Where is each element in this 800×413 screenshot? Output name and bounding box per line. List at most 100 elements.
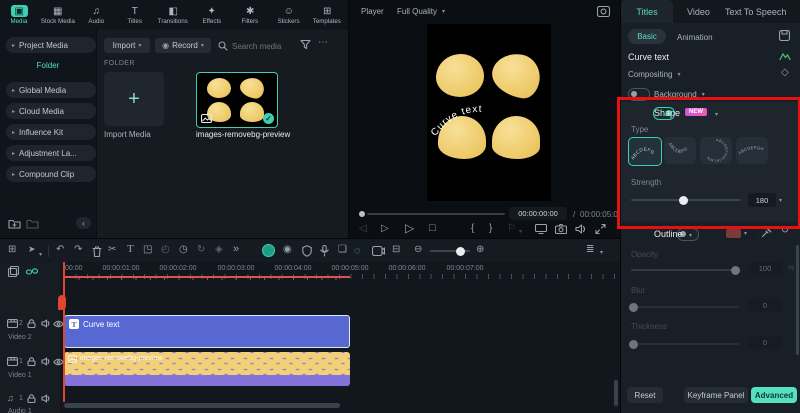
- display-device-icon[interactable]: [535, 224, 547, 234]
- new-folder-icon[interactable]: [8, 218, 21, 229]
- stepper-icon[interactable]: ▾: [779, 197, 782, 204]
- outline-reset-icon[interactable]: ↺: [781, 226, 789, 236]
- tab-stock-media[interactable]: ▦Stock Media: [39, 0, 78, 30]
- tab-audio[interactable]: ♫Audio: [77, 0, 116, 30]
- vertical-scrollbar[interactable]: [614, 380, 618, 406]
- subtab-basic[interactable]: Basic: [628, 29, 666, 44]
- video-clip[interactable]: images-removebg-preview: [64, 352, 350, 386]
- track-manager-icon[interactable]: ⊞: [8, 245, 16, 255]
- chevron-down-icon[interactable]: ▾: [519, 228, 522, 235]
- horizontal-scrollbar[interactable]: [64, 403, 340, 408]
- delete-icon[interactable]: [92, 246, 102, 257]
- eyedropper-icon[interactable]: [761, 227, 772, 238]
- reset-button[interactable]: Reset: [627, 387, 663, 403]
- background-row[interactable]: Background▾: [654, 90, 705, 99]
- redo-icon[interactable]: ↷: [74, 245, 82, 255]
- stop-icon[interactable]: □: [429, 223, 436, 234]
- video-preview[interactable]: Curve text: [427, 24, 551, 201]
- scrubber-knob[interactable]: [359, 211, 365, 217]
- select-tool-icon[interactable]: ➤: [28, 245, 36, 254]
- timeline-ruler[interactable]: 00:00 00:00:01:00 00:00:02:00 00:00:03:0…: [60, 262, 620, 279]
- lock-track-icon[interactable]: [27, 319, 36, 328]
- background-toggle[interactable]: [628, 88, 650, 101]
- tab-filters[interactable]: ✱Filters: [231, 0, 270, 30]
- chevron-down-icon[interactable]: ▾: [715, 111, 718, 118]
- mark-out-icon[interactable]: }: [489, 224, 492, 234]
- text-tool-icon[interactable]: T: [127, 244, 134, 255]
- compositing-row[interactable]: Compositing▾: [628, 70, 680, 79]
- shape-type-arch[interactable]: ABCDEFG: [628, 137, 662, 166]
- mask-view-icon[interactable]: [597, 6, 610, 17]
- tab-transitions[interactable]: ◧Transitions: [154, 0, 193, 30]
- shield-icon[interactable]: [302, 245, 312, 257]
- outline-color-swatch[interactable]: ▾: [724, 227, 756, 240]
- delete-folder-icon[interactable]: [26, 218, 39, 229]
- subtab-animation[interactable]: Animation: [677, 33, 713, 42]
- previous-frame-icon[interactable]: ◁: [359, 224, 367, 234]
- track-height-icon[interactable]: ≣: [586, 245, 594, 255]
- panel-scrollbar[interactable]: [796, 245, 799, 355]
- sidebar-item-adjustment-layer[interactable]: ▸Adjustment La...: [6, 145, 96, 161]
- mute-track-icon[interactable]: [41, 319, 51, 328]
- paste-board-icon[interactable]: [8, 266, 19, 277]
- snapshot-camera-icon[interactable]: [555, 224, 567, 234]
- tab-titles[interactable]: Titles: [621, 0, 673, 23]
- speaker-icon[interactable]: [575, 224, 587, 234]
- rotate-icon[interactable]: ↻: [197, 245, 205, 255]
- keyframe-panel-button[interactable]: Keyframe Panel: [684, 387, 748, 403]
- keyframe-diamond-icon[interactable]: ◇: [781, 68, 789, 78]
- quality-dropdown[interactable]: Full Quality▾: [397, 7, 445, 16]
- sidebar-item-project-media[interactable]: ▸ Project Media: [6, 37, 96, 53]
- sidebar-item-folder-active[interactable]: Folder: [0, 61, 96, 70]
- text-clip[interactable]: T Curve text: [64, 315, 350, 348]
- sidebar-item-influence-kit[interactable]: ▸Influence Kit: [6, 124, 96, 140]
- import-button[interactable]: Import▾: [104, 38, 150, 53]
- more-options-icon[interactable]: ⋯: [318, 38, 328, 48]
- tab-video[interactable]: Video: [687, 7, 710, 17]
- lock-track-icon[interactable]: [27, 394, 36, 403]
- pip-icon[interactable]: ❏: [338, 245, 347, 255]
- record-button[interactable]: ◉Record▾: [155, 38, 211, 53]
- split-icon[interactable]: ✂: [108, 245, 116, 255]
- tab-effects[interactable]: ✦Effects: [193, 0, 232, 30]
- curve-preset-icon[interactable]: [779, 51, 791, 61]
- tab-text-to-speech[interactable]: Text To Speech: [725, 7, 786, 17]
- tab-stickers[interactable]: ☺Stickers: [270, 0, 309, 30]
- screen-record-icon[interactable]: [372, 246, 385, 256]
- tab-titles[interactable]: TTitles: [116, 0, 155, 30]
- mute-track-icon[interactable]: [41, 357, 51, 366]
- tab-media[interactable]: ▣Media: [0, 0, 39, 30]
- timer-icon[interactable]: ◷: [179, 245, 188, 255]
- strength-slider[interactable]: [631, 199, 741, 201]
- play-icon[interactable]: ▷: [405, 222, 414, 234]
- zoom-in-icon[interactable]: ⊕: [476, 245, 484, 255]
- search-input[interactable]: [230, 38, 294, 54]
- more-tools-icon[interactable]: »: [233, 244, 239, 255]
- shape-type-valley[interactable]: ABCDEFG: [664, 137, 696, 164]
- undo-icon[interactable]: ↶: [56, 245, 64, 255]
- strength-value[interactable]: 180: [748, 193, 776, 207]
- sidebar-item-global-media[interactable]: ▸Global Media: [6, 82, 96, 98]
- collapse-sidebar-button[interactable]: ‹: [76, 217, 91, 229]
- crop-icon[interactable]: ◳: [143, 245, 152, 255]
- speed-icon[interactable]: ◴: [161, 245, 170, 255]
- timeline-zoom-slider[interactable]: [430, 250, 470, 252]
- filter-icon[interactable]: [300, 39, 311, 50]
- advanced-button[interactable]: Advanced: [751, 387, 797, 403]
- lock-track-icon[interactable]: [27, 357, 36, 366]
- mute-track-icon[interactable]: [41, 394, 51, 403]
- flag-icon[interactable]: ⚐: [507, 224, 516, 234]
- tab-templates[interactable]: ⊞Templates: [308, 0, 347, 30]
- playhead-line[interactable]: [63, 262, 65, 402]
- shape-type-wave[interactable]: ABCDEFGH: [736, 137, 768, 164]
- chroma-key-icon[interactable]: [262, 244, 275, 257]
- mark-in-icon[interactable]: {: [471, 224, 474, 234]
- sidebar-item-cloud-media[interactable]: ▸Cloud Media: [6, 103, 96, 119]
- chevron-down-icon[interactable]: ▾: [689, 232, 692, 239]
- chevron-down-icon[interactable]: ▾: [39, 251, 42, 258]
- zoom-out-icon[interactable]: ⊖: [414, 245, 422, 255]
- step-forward-icon[interactable]: ▷: [381, 224, 389, 234]
- render-preview-icon[interactable]: ◉: [283, 245, 292, 255]
- auto-ripple-icon[interactable]: [26, 266, 38, 277]
- fullscreen-icon[interactable]: [595, 224, 606, 234]
